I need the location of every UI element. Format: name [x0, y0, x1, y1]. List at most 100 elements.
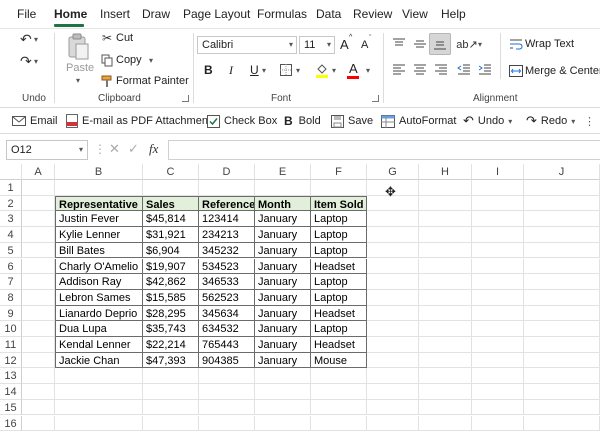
- cell-C2[interactable]: Sales: [143, 195, 199, 212]
- cell-F14[interactable]: [311, 384, 367, 400]
- cell-J3[interactable]: [524, 211, 600, 228]
- undo-toolbar-button[interactable]: ↶ Undo ▾: [463, 113, 512, 129]
- merge-center-button[interactable]: Merge & Center: [525, 65, 600, 77]
- cell-G10[interactable]: [367, 321, 419, 337]
- cell-A5[interactable]: [22, 242, 55, 259]
- wrap-text-icon[interactable]: [509, 37, 523, 51]
- cell-G16[interactable]: [367, 415, 419, 432]
- cell-B12[interactable]: Jackie Chan: [55, 352, 143, 369]
- cell-F16[interactable]: [311, 415, 367, 432]
- cell-F6[interactable]: Headset: [311, 258, 367, 275]
- cell-I13[interactable]: [472, 368, 524, 385]
- orientation-icon[interactable]: ab↗: [456, 36, 477, 52]
- row-header-10[interactable]: 10: [0, 321, 22, 337]
- cell-F15[interactable]: [311, 399, 367, 416]
- cell-C3[interactable]: $45,814: [143, 211, 199, 228]
- cell-G8[interactable]: [367, 289, 419, 306]
- cell-C13[interactable]: [143, 368, 199, 385]
- column-header-j[interactable]: J: [524, 164, 600, 180]
- cell-E5[interactable]: January: [255, 242, 311, 259]
- paste-dropdown-icon[interactable]: ▾: [76, 76, 80, 85]
- cell-H8[interactable]: [419, 289, 472, 306]
- align-top-icon[interactable]: [391, 36, 407, 52]
- cell-J7[interactable]: [524, 274, 600, 290]
- cell-D16[interactable]: [199, 415, 255, 432]
- cell-D7[interactable]: 346533: [199, 274, 255, 290]
- cell-J2[interactable]: [524, 195, 600, 212]
- cell-E16[interactable]: [255, 415, 311, 432]
- cell-A6[interactable]: [22, 258, 55, 275]
- bold-toolbar-button[interactable]: B Bold: [284, 113, 321, 129]
- cell-I1[interactable]: [472, 180, 524, 196]
- cell-H13[interactable]: [419, 368, 472, 385]
- cut-button[interactable]: Cut: [116, 32, 133, 44]
- cell-F9[interactable]: Headset: [311, 305, 367, 322]
- row-header-14[interactable]: 14: [0, 384, 22, 400]
- cell-A15[interactable]: [22, 399, 55, 416]
- cell-I12[interactable]: [472, 352, 524, 369]
- cell-J13[interactable]: [524, 368, 600, 385]
- cell-H15[interactable]: [419, 399, 472, 416]
- cell-A4[interactable]: [22, 227, 55, 243]
- cell-I2[interactable]: [472, 195, 524, 212]
- cell-B8[interactable]: Lebron Sames: [55, 289, 143, 306]
- fill-color-dropdown-icon[interactable]: ▾: [332, 66, 336, 75]
- cell-H11[interactable]: [419, 337, 472, 353]
- menu-view[interactable]: View: [402, 7, 428, 21]
- cell-B15[interactable]: [55, 399, 143, 416]
- worksheet-grid[interactable]: A B C D E F G H I J 1 2 Representative Sales Reference…: [0, 164, 600, 434]
- cell-E3[interactable]: January: [255, 211, 311, 228]
- cell-B14[interactable]: [55, 384, 143, 400]
- cell-C12[interactable]: $47,393: [143, 352, 199, 369]
- cell-C8[interactable]: $15,585: [143, 289, 199, 306]
- cell-C1[interactable]: [143, 180, 199, 196]
- cell-E7[interactable]: January: [255, 274, 311, 290]
- menu-insert[interactable]: Insert: [100, 7, 130, 21]
- cell-F11[interactable]: Headset: [311, 337, 367, 353]
- menu-data[interactable]: Data: [316, 7, 341, 21]
- cell-I6[interactable]: [472, 258, 524, 275]
- cell-D1[interactable]: [199, 180, 255, 196]
- cell-B10[interactable]: Dua Lupa: [55, 321, 143, 337]
- cell-G6[interactable]: [367, 258, 419, 275]
- cell-F10[interactable]: Laptop: [311, 321, 367, 337]
- column-header-g[interactable]: G: [367, 164, 419, 180]
- cell-C7[interactable]: $42,862: [143, 274, 199, 290]
- cell-C4[interactable]: $31,921: [143, 227, 199, 243]
- row-header-3[interactable]: 3: [0, 211, 22, 228]
- cell-D15[interactable]: [199, 399, 255, 416]
- cell-A10[interactable]: [22, 321, 55, 337]
- row-header-9[interactable]: 9: [0, 305, 22, 322]
- cell-E2[interactable]: Month: [255, 195, 311, 212]
- cell-B11[interactable]: Kendal Lenner: [55, 337, 143, 353]
- cell-H3[interactable]: [419, 211, 472, 228]
- column-header-i[interactable]: I: [472, 164, 524, 180]
- pdf-attachment-button[interactable]: E-mail as PDF Attachment: [66, 113, 211, 129]
- align-right-icon[interactable]: [433, 62, 449, 78]
- redo-toolbar-button[interactable]: ↷ Redo ▾: [526, 113, 575, 129]
- name-box[interactable]: O12 ▾: [6, 140, 88, 160]
- cell-D14[interactable]: [199, 384, 255, 400]
- email-button[interactable]: Email: [12, 113, 58, 129]
- cell-D5[interactable]: 345232: [199, 242, 255, 259]
- cell-D9[interactable]: 345634: [199, 305, 255, 322]
- column-header-f[interactable]: F: [311, 164, 367, 180]
- cell-A2[interactable]: [22, 195, 55, 212]
- column-header-b[interactable]: B: [55, 164, 143, 180]
- cell-J16[interactable]: [524, 415, 600, 432]
- row-header-6[interactable]: 6: [0, 258, 22, 275]
- menu-formulas[interactable]: Formulas: [257, 7, 307, 21]
- cell-A12[interactable]: [22, 352, 55, 369]
- paste-icon[interactable]: [66, 33, 90, 61]
- checkbox-button[interactable]: Check Box: [207, 113, 277, 129]
- cell-I16[interactable]: [472, 415, 524, 432]
- cancel-entry-icon[interactable]: ✕: [109, 141, 120, 157]
- cell-B4[interactable]: Kylie Lenner: [55, 227, 143, 243]
- insert-function-icon[interactable]: fx: [149, 141, 158, 157]
- cell-J11[interactable]: [524, 337, 600, 353]
- autoformat-button[interactable]: AutoFormat: [381, 113, 456, 129]
- cell-D6[interactable]: 534523: [199, 258, 255, 275]
- cell-F12[interactable]: Mouse: [311, 352, 367, 369]
- cell-B13[interactable]: [55, 368, 143, 385]
- cut-icon[interactable]: ✂: [100, 31, 114, 45]
